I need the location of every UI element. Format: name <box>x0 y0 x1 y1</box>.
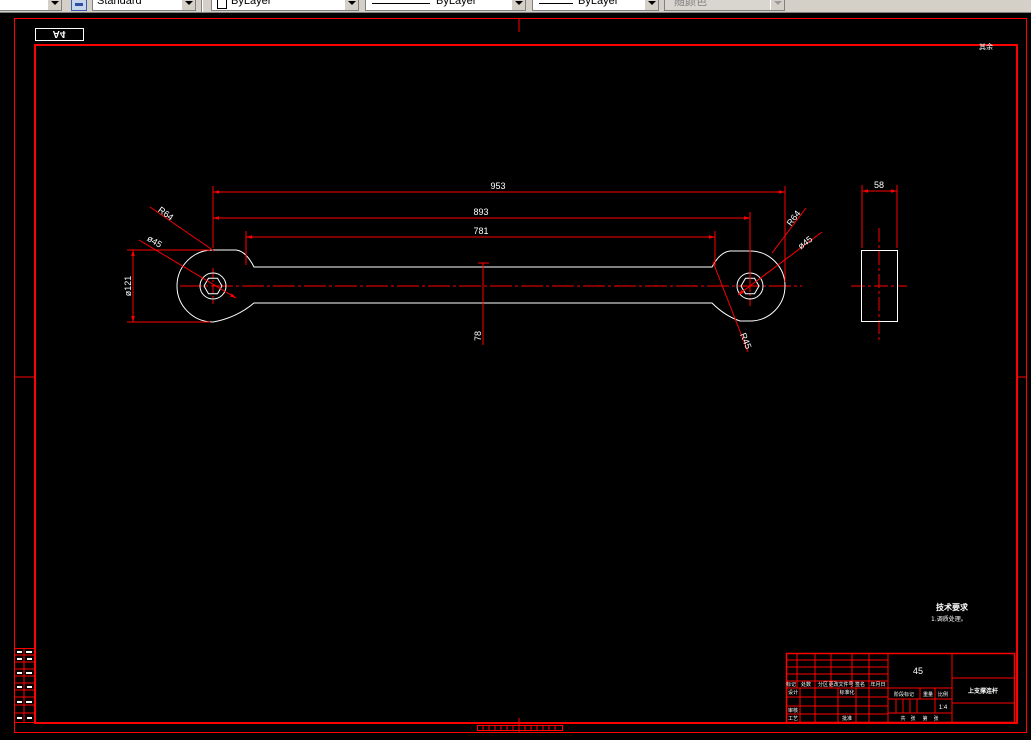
color-dropdown-arrow[interactable] <box>344 0 358 10</box>
dimensions[interactable] <box>127 185 898 353</box>
text-style-icon[interactable] <box>71 0 87 11</box>
linetype-value: ByLayer <box>436 0 477 7</box>
toolbar-separator <box>201 0 203 12</box>
properties-toolbar: Standard ByLayer ByLayer ByLayer 随颜色 <box>0 0 1031 13</box>
dim-center-distance: 893 <box>473 207 488 217</box>
bottom-ruler <box>477 725 563 731</box>
tb-label-change-doc: 更改文件号 <box>828 681 853 688</box>
title-block[interactable]: 标记 处数 分区 更改文件号 签名 年月日 设计 标准化 审核 工艺 批准 阶段… <box>785 652 1016 724</box>
tech-requirements[interactable]: 技术要求 1.调质处理。 <box>931 602 969 623</box>
tb-label-approve: 批准 <box>842 715 852 722</box>
tb-label-count: 处数 <box>801 681 811 688</box>
dim-right-radius: R64 <box>785 209 803 228</box>
side-label-table <box>14 648 36 723</box>
lineweight-dropdown[interactable]: ByLayer <box>532 0 659 11</box>
workspace-dropdown[interactable] <box>0 0 62 11</box>
tb-part-name: 上支撑连杆 <box>968 687 998 695</box>
color-swatch-icon <box>217 0 227 9</box>
tb-material: 45 <box>913 666 923 676</box>
tb-label-process: 工艺 <box>788 716 798 722</box>
dim-right-fillet: R45 <box>738 331 753 350</box>
tb-label-mark: 标记 <box>786 681 796 688</box>
linetype-dropdown-arrow[interactable] <box>511 0 525 10</box>
plot-style-dropdown[interactable]: 随颜色 <box>664 0 785 11</box>
plot-style-value: 随颜色 <box>674 0 707 8</box>
tb-label-design: 设计 <box>788 689 798 696</box>
lineweight-sample-icon <box>539 3 573 4</box>
sheet-size-box: A4 <box>35 28 84 41</box>
drawing-canvas[interactable]: A4 其余 953 893 781 58 ø121 78 R64 ø45 R64… <box>0 0 1031 740</box>
tech-requirement-item: 1.调质处理。 <box>931 615 967 623</box>
drawing-frame[interactable] <box>14 18 1027 733</box>
tb-label-signature: 签名 <box>855 681 865 688</box>
text-style-dropdown[interactable]: Standard <box>92 0 196 11</box>
linetype-sample-icon <box>372 3 430 4</box>
dim-left-hole: ø45 <box>145 233 163 250</box>
roughness-note: 其余 <box>979 42 993 51</box>
tb-label-sheet-no: 第 <box>922 715 927 722</box>
tech-requirements-heading: 技术要求 <box>936 602 969 612</box>
dim-right-hole: ø45 <box>796 234 814 251</box>
tb-label-date: 年月日 <box>870 681 885 688</box>
color-dropdown[interactable]: ByLayer <box>211 0 359 11</box>
dim-body-height: 78 <box>473 331 483 341</box>
dim-body-length: 781 <box>473 226 488 236</box>
sheet-size-label: A4 <box>53 28 66 39</box>
tb-scale-value: 1:4 <box>939 705 948 711</box>
inner-border <box>34 44 1018 724</box>
text-style-dropdown-arrow[interactable] <box>181 0 195 10</box>
tb-label-review: 审核 <box>788 707 798 714</box>
tb-label-scale: 比例 <box>938 691 948 698</box>
leader-left-hole <box>138 239 237 299</box>
tb-label-weight: 重量 <box>923 691 933 698</box>
tb-label-sheets: 张 <box>910 715 915 722</box>
linetype-dropdown[interactable]: ByLayer <box>365 0 526 11</box>
dim-side-thickness: 58 <box>874 180 884 190</box>
dim-left-radius: R64 <box>156 205 175 223</box>
workspace-dropdown-arrow[interactable] <box>47 0 61 10</box>
tb-label-total: 共 <box>900 715 905 722</box>
lineweight-dropdown-arrow[interactable] <box>644 0 658 10</box>
dimension-texts[interactable]: 953 893 781 58 ø121 78 R64 ø45 R64 ø45 R… <box>123 180 884 350</box>
lineweight-value: ByLayer <box>578 0 619 7</box>
tb-label-sheet: 张 <box>933 715 938 722</box>
outer-border <box>14 18 1027 733</box>
text-style-value: Standard <box>97 0 142 7</box>
tb-label-standardization: 标准化 <box>839 689 854 696</box>
plot-style-dropdown-arrow[interactable] <box>770 0 784 10</box>
dim-overall-length: 953 <box>490 181 505 191</box>
tb-label-zone: 分区 <box>818 681 828 688</box>
color-value: ByLayer <box>231 0 272 7</box>
dim-boss-diameter: ø121 <box>123 276 133 297</box>
tb-label-stage-mark: 阶段标记 <box>894 691 914 698</box>
